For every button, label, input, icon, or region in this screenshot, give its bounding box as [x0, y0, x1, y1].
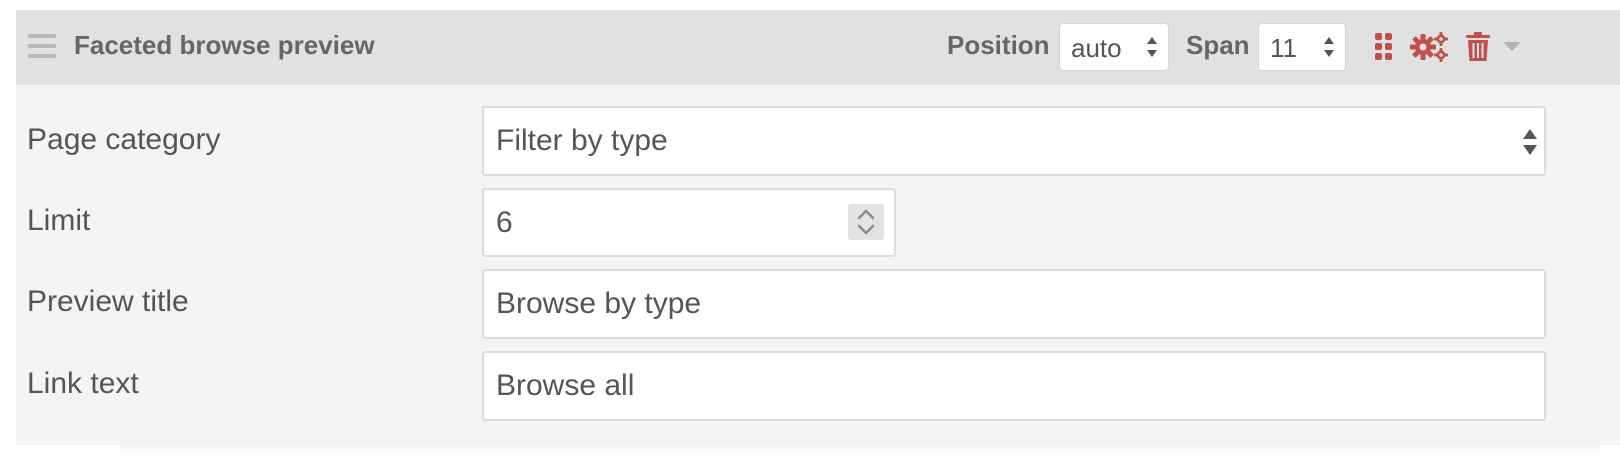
preview-title-value: Browse by type	[496, 287, 702, 320]
preview-title-input[interactable]: Browse by type	[482, 269, 1546, 339]
span-select[interactable]: 11	[1258, 23, 1346, 71]
page-category-value: Filter by type	[496, 124, 668, 157]
block-header: Faceted browse preview Position auto Spa…	[16, 10, 1620, 85]
link-text-label: Link text	[27, 367, 139, 400]
link-text-value: Browse all	[496, 369, 635, 402]
page-category-label: Page category	[27, 123, 221, 156]
limit-label: Limit	[27, 204, 91, 237]
spinner-arrows-icon	[857, 209, 875, 235]
limit-value: 6	[496, 206, 513, 239]
block-title: Faceted browse preview	[74, 30, 375, 60]
position-select[interactable]: auto	[1059, 23, 1169, 71]
drag-handle-icon[interactable]	[28, 32, 56, 60]
number-spinner[interactable]	[848, 204, 884, 240]
panel-shadow	[120, 445, 1600, 455]
preview-title-label: Preview title	[27, 285, 189, 318]
select-arrows-icon	[1146, 34, 1158, 60]
gears-icon[interactable]	[1410, 31, 1450, 63]
select-arrows-icon	[1323, 34, 1335, 60]
faceted-browse-block: Faceted browse preview Position auto Spa…	[16, 10, 1620, 445]
trash-icon[interactable]	[1462, 31, 1494, 63]
link-text-input[interactable]: Browse all	[482, 351, 1546, 421]
caret-down-icon[interactable]	[1502, 40, 1522, 54]
page-category-select[interactable]: Filter by type	[482, 106, 1546, 176]
position-value: auto	[1071, 33, 1122, 63]
select-arrows-icon	[1522, 126, 1537, 155]
grid-icon[interactable]	[1368, 31, 1400, 63]
position-label: Position	[947, 30, 1050, 60]
span-value: 11	[1270, 33, 1297, 63]
limit-input[interactable]: 6	[482, 188, 896, 257]
span-label: Span	[1186, 30, 1250, 60]
